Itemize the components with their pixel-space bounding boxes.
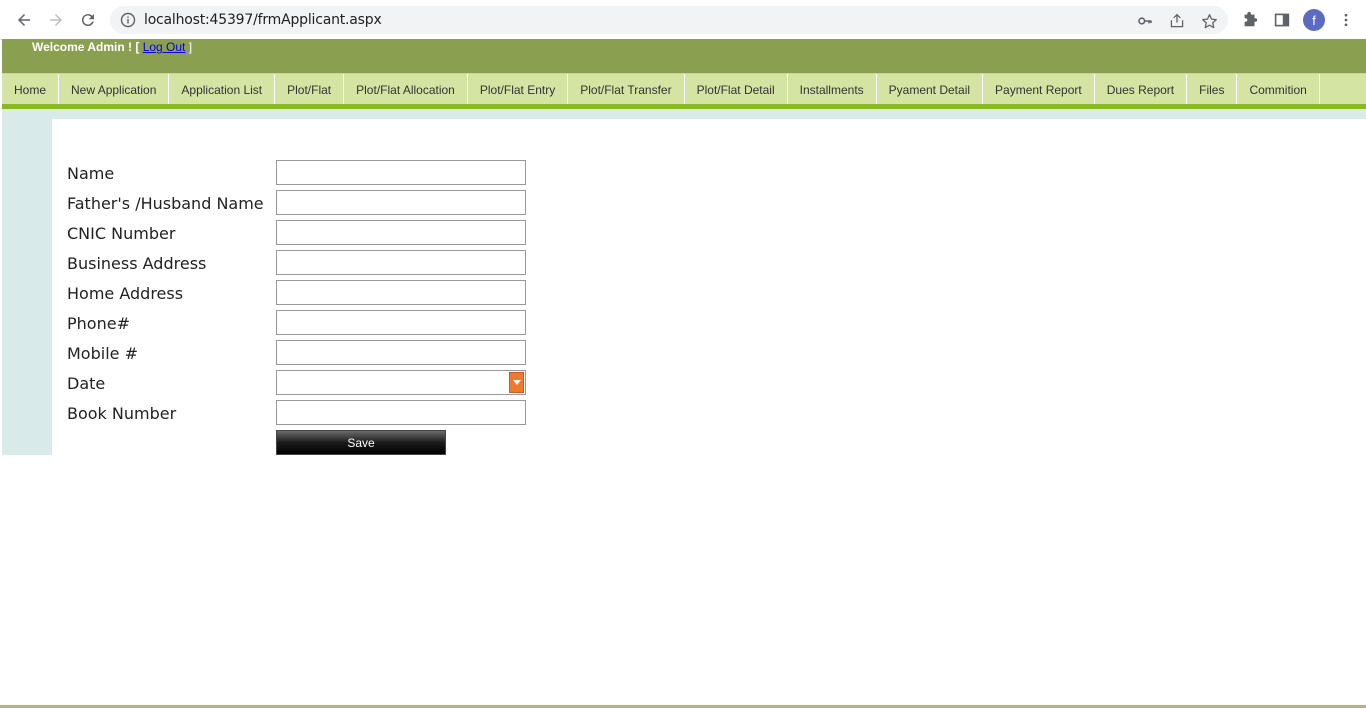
business-address-label: Business Address [67, 254, 207, 273]
menu-item-payment-report[interactable]: Payment Report [983, 74, 1095, 105]
name-input[interactable] [276, 160, 526, 185]
reload-icon[interactable] [76, 8, 100, 32]
date-dropdown-button[interactable] [509, 372, 524, 393]
chevron-down-icon [512, 380, 521, 385]
profile-avatar[interactable]: f [1303, 9, 1325, 31]
book-number-label: Book Number [67, 404, 177, 423]
save-button[interactable]: Save [276, 430, 446, 455]
father-husband-name-label: Father's /Husband Name [67, 194, 264, 213]
business-address-input[interactable] [276, 250, 526, 275]
menu-item-plot-flat-allocation[interactable]: Plot/Flat Allocation [344, 74, 468, 105]
bracket-close: ] [188, 40, 193, 54]
site-header: Welcome Admin ! [ Log Out ] [2, 39, 1366, 73]
date-input[interactable] [276, 370, 526, 395]
side-panel-icon[interactable] [1272, 10, 1292, 30]
menu-item-plot-flat-detail[interactable]: Plot/Flat Detail [685, 74, 788, 105]
cnic-number-input[interactable] [276, 220, 526, 245]
phone-label: Phone# [67, 314, 130, 333]
address-bar[interactable]: localhost:45397/frmApplicant.aspx [110, 6, 1228, 34]
logout-link[interactable]: Log Out [143, 40, 186, 54]
mobile-input[interactable] [276, 340, 526, 365]
menu-item-files[interactable]: Files [1187, 74, 1238, 105]
cnic-number-label: CNIC Number [67, 224, 176, 243]
site-info-icon[interactable] [120, 12, 136, 28]
menu-item-plot-flat[interactable]: Plot/Flat [275, 74, 345, 105]
menu-item-dues-report[interactable]: Dues Report [1095, 74, 1188, 105]
extensions-puzzle-icon[interactable] [1240, 10, 1260, 30]
menu-item-new-application[interactable]: New Application [59, 74, 170, 110]
menu-item-plot-flat-entry[interactable]: Plot/Flat Entry [468, 74, 569, 105]
url-text: localhost:45397/frmApplicant.aspx [144, 12, 382, 28]
menu-item-application-list[interactable]: Application List [169, 74, 276, 105]
father-husband-name-input[interactable] [276, 190, 526, 215]
menu-item-plot-flat-transfer[interactable]: Plot/Flat Transfer [568, 74, 685, 105]
book-number-input[interactable] [276, 400, 526, 425]
menu-spacer [2, 109, 1366, 119]
forward-arrow-icon[interactable] [44, 8, 68, 32]
menu-item-pyament-detail[interactable]: Pyament Detail [877, 74, 984, 105]
share-icon[interactable] [1168, 12, 1186, 30]
menu-item-home[interactable]: Home [2, 74, 60, 105]
side-strip [2, 119, 52, 455]
menu-item-commition[interactable]: Commition [1237, 74, 1320, 105]
home-address-label: Home Address [67, 284, 184, 303]
welcome-line: Welcome Admin ! [ Log Out ] [32, 40, 192, 54]
main-menu: Home New Application Application List Plot/… [2, 73, 1366, 110]
phone-input[interactable] [276, 310, 526, 335]
key-icon[interactable] [1136, 12, 1154, 30]
browser-toolbar: localhost:45397/frmApplicant.aspx f [0, 0, 1366, 40]
mobile-label: Mobile # [67, 344, 138, 363]
kebab-menu-icon[interactable] [1336, 10, 1356, 30]
menu-item-installments[interactable]: Installments [788, 74, 877, 105]
home-address-input[interactable] [276, 280, 526, 305]
welcome-text: Welcome Admin ! [ [32, 40, 140, 54]
back-arrow-icon[interactable] [12, 8, 36, 32]
bookmark-star-icon[interactable] [1200, 12, 1218, 30]
date-label: Date [67, 374, 106, 393]
name-label: Name [67, 164, 115, 183]
